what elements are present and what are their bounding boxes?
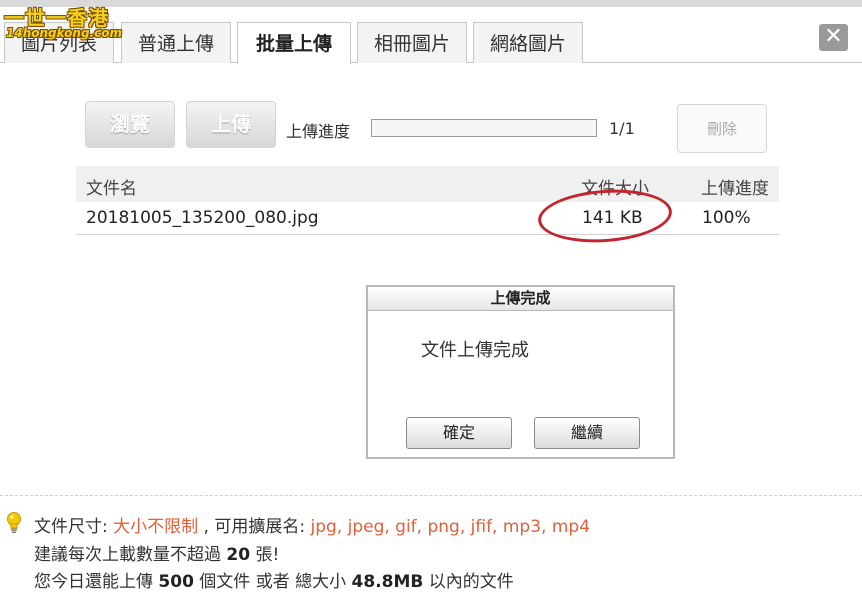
info-line-limit: 建議每次上載數量不超過 20 張!: [34, 540, 279, 565]
file-name: 20181005_135200_080.jpg: [86, 208, 319, 228]
dialog-message: 文件上傳完成: [421, 340, 529, 361]
info-line-quota: 您今日還能上傳 500 個文件 或者 總大小 48.8MB 以內的文件: [34, 567, 514, 592]
limit-suffix: 張!: [250, 545, 280, 565]
table-row[interactable]: 20181005_135200_080.jpg 141 KB 100%: [76, 202, 779, 235]
file-size: 141 KB: [582, 208, 643, 228]
quota-size: 48.8MB: [351, 572, 424, 592]
header-filesize: 文件大小: [581, 179, 649, 199]
progress-bar: [371, 119, 597, 137]
continue-button[interactable]: 繼續: [534, 417, 640, 449]
confirm-button[interactable]: 確定: [406, 417, 512, 449]
progress-count: 1/1: [609, 119, 635, 138]
upload-button[interactable]: 上傳: [186, 101, 276, 148]
quota-count: 500: [158, 572, 194, 592]
tab-bar: 圖片列表 普通上傳 批量上傳 相冊圖片 網絡圖片: [0, 22, 862, 64]
tab-album-images[interactable]: 相冊圖片: [357, 22, 467, 63]
limit-number: 20: [226, 545, 251, 565]
divider: [0, 495, 862, 496]
site-watermark-logo: 一世一香港 14hongkong.com: [4, 2, 126, 44]
upload-complete-dialog: 上傳完成 文件上傳完成 確定 繼續: [366, 285, 675, 459]
info-line-size: 文件尺寸: 大小不限制 , 可用擴展名: jpg, jpeg, gif, png…: [34, 512, 590, 537]
delete-button[interactable]: 刪除: [677, 104, 767, 153]
quota-prefix: 您今日還能上傳: [34, 572, 159, 592]
quota-suffix: 以內的文件: [423, 572, 514, 592]
file-table-header: 文件名 文件大小 上傳進度: [76, 166, 779, 202]
ext-label: , 可用擴展名:: [198, 517, 311, 537]
lightbulb-icon: [7, 512, 21, 533]
file-progress: 100%: [702, 208, 751, 228]
tab-batch-upload[interactable]: 批量上傳: [237, 22, 351, 64]
progress-label: 上傳進度: [286, 122, 351, 141]
limit-prefix: 建議每次上載數量不超過: [34, 545, 227, 565]
quota-mid: 個文件 或者 總大小: [193, 572, 352, 592]
size-value: 大小不限制: [113, 517, 199, 537]
close-icon[interactable]: ✕: [819, 24, 848, 51]
size-label: 文件尺寸:: [34, 517, 114, 537]
browse-button[interactable]: 瀏覽: [85, 101, 175, 148]
watermark-url: 14hongkong.com: [6, 26, 122, 40]
ext-value: jpg, jpeg, gif, png, jfif, mp3, mp4: [310, 517, 591, 537]
tab-normal-upload[interactable]: 普通上傳: [121, 22, 231, 63]
tab-web-images[interactable]: 網絡圖片: [473, 22, 583, 63]
top-strip: [0, 0, 862, 7]
header-filename: 文件名: [86, 179, 137, 199]
dialog-title: 上傳完成: [368, 287, 673, 311]
header-progress: 上傳進度: [701, 179, 769, 199]
